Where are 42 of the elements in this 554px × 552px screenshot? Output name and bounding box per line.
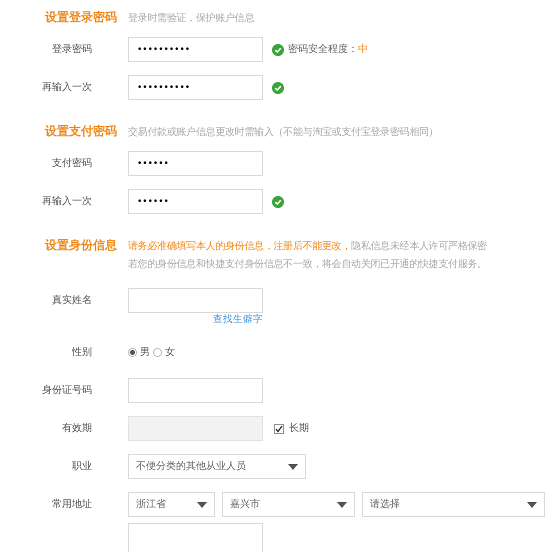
radio-label: 女 — [165, 346, 175, 360]
select-dropdown[interactable]: 请选择 — [362, 492, 545, 517]
password-field[interactable]: •••••• — [128, 151, 263, 176]
section-title: 设置登录密码 — [45, 9, 118, 26]
field-label: 有效期 — [61, 422, 92, 436]
password-field[interactable]: •••••• — [128, 189, 263, 214]
section-hint: 请务必准确填写本人的身份信息，注册后不能更改，隐私信息未经本人许可严格保密 — [128, 240, 487, 254]
field-label: 登录密码 — [51, 42, 92, 57]
rare-character-link[interactable]: 查找生僻字 — [213, 313, 263, 327]
text-field[interactable] — [128, 378, 263, 403]
section-title: 设置身份信息 — [45, 237, 118, 254]
section-hint: 登录时需验证，保护账户信息 — [128, 12, 254, 26]
field-label: 身份证号码 — [41, 384, 92, 398]
caret-icon — [288, 464, 298, 470]
field-label: 性别 — [70, 346, 92, 360]
radio-button[interactable] — [153, 348, 162, 357]
password-field[interactable]: •••••••••• — [128, 37, 263, 62]
caret-icon — [337, 502, 347, 508]
section-hint: 若您的身份信息和快捷支付身份信息不一致，将会自动关闭已开通的快捷支付服务。 — [127, 258, 488, 272]
check-icon — [272, 44, 284, 56]
select-dropdown[interactable]: 嘉兴市 — [222, 492, 355, 517]
caret-icon — [197, 502, 207, 508]
field-label: 职业 — [71, 460, 92, 474]
section-title: 设置支付密码 — [45, 123, 118, 140]
strength-text: 密码安全程度：中 — [288, 42, 368, 57]
field-label: 真实姓名 — [51, 294, 92, 308]
select-dropdown[interactable]: 不便分类的其他从业人员 — [128, 454, 306, 479]
check-icon — [272, 82, 284, 94]
text-area[interactable] — [128, 522, 263, 552]
field-label: 常用地址 — [51, 498, 92, 512]
select-dropdown[interactable]: 浙江省 — [128, 492, 215, 517]
text-field[interactable] — [128, 288, 263, 313]
caret-icon — [527, 502, 537, 508]
radio-button[interactable] — [128, 348, 137, 357]
checkbox-label: 长期 — [289, 422, 309, 436]
field-label: 再输入一次 — [41, 80, 92, 95]
section-hint: 交易付款或账户信息更改时需输入（不能与淘宝或支付宝登录密码相同） — [128, 126, 438, 140]
field-label: 再输入一次 — [41, 194, 92, 209]
radio-label: 男 — [140, 346, 150, 360]
password-field[interactable]: •••••••••• — [128, 75, 263, 100]
check-icon — [272, 196, 284, 208]
field-label: 支付密码 — [51, 156, 92, 171]
